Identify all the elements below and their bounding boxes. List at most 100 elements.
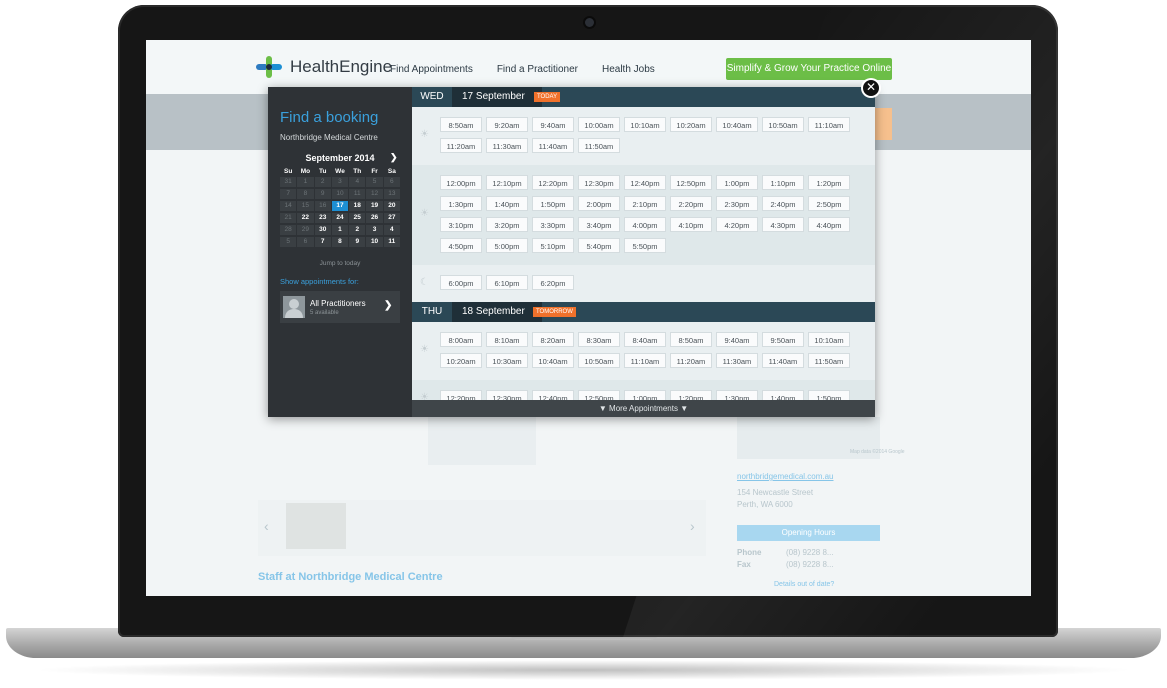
time-slot-button[interactable]: 4:40pm <box>808 217 850 232</box>
time-slot-button[interactable]: 2:40pm <box>762 196 804 211</box>
time-slot-button[interactable]: 10:30am <box>486 353 528 368</box>
time-slot-button[interactable]: 10:50am <box>578 353 620 368</box>
calendar-day[interactable]: 26 <box>366 213 383 223</box>
carousel-next-icon[interactable]: › <box>690 518 695 534</box>
time-slot-button[interactable]: 10:20am <box>670 117 712 132</box>
time-slot-button[interactable]: 9:50am <box>762 332 804 347</box>
time-slot-button[interactable]: 11:30am <box>716 353 758 368</box>
calendar-day[interactable]: 30 <box>314 225 331 235</box>
jump-to-today-link[interactable]: Jump to today <box>280 260 400 267</box>
simplify-grow-button[interactable]: Simplify & Grow Your Practice Online <box>726 58 892 80</box>
time-slot-button[interactable]: 8:40am <box>624 332 666 347</box>
time-slot-button[interactable]: 4:00pm <box>624 217 666 232</box>
time-slot-button[interactable]: 2:50pm <box>808 196 850 211</box>
time-slot-button[interactable]: 1:00pm <box>716 175 758 190</box>
calendar-day[interactable]: 8 <box>331 237 349 247</box>
calendar-day[interactable]: 1 <box>331 225 349 235</box>
time-slot-button[interactable]: 10:10am <box>808 332 850 347</box>
nav-find-appointments[interactable]: Find Appointments <box>390 64 473 75</box>
calendar-day[interactable]: 3 <box>366 225 383 235</box>
opening-hours-button[interactable]: Opening Hours <box>737 525 880 541</box>
website-link[interactable]: northbridgemedical.com.au <box>737 472 834 481</box>
time-slot-button[interactable]: 12:50pm <box>670 175 712 190</box>
calendar-day[interactable]: 25 <box>349 213 366 223</box>
time-slot-button[interactable]: 9:40am <box>532 117 574 132</box>
time-slot-button[interactable]: 11:20am <box>440 138 482 153</box>
time-slot-button[interactable]: 5:00pm <box>486 238 528 253</box>
time-slot-button[interactable]: 8:00am <box>440 332 482 347</box>
time-slot-button[interactable]: 5:40pm <box>578 238 620 253</box>
time-slot-button[interactable]: 5:50pm <box>624 238 666 253</box>
time-slot-button[interactable]: 11:20am <box>670 353 712 368</box>
time-slot-button[interactable]: 2:30pm <box>716 196 758 211</box>
appointment-slots-panel[interactable]: THU 18 September TOMORROW WED 17 September TO… <box>412 87 875 417</box>
time-slot-button[interactable]: 3:40pm <box>578 217 620 232</box>
nav-health-jobs[interactable]: Health Jobs <box>602 64 655 75</box>
logo[interactable]: HealthEngine <box>256 56 392 78</box>
calendar-day[interactable]: 10 <box>366 237 383 247</box>
time-slot-button[interactable]: 12:20pm <box>532 175 574 190</box>
time-slot-button[interactable]: 1:30pm <box>440 196 482 211</box>
time-slot-button[interactable]: 12:10pm <box>486 175 528 190</box>
time-slot-button[interactable]: 10:50am <box>762 117 804 132</box>
time-slot-button[interactable]: 4:10pm <box>670 217 712 232</box>
time-slot-button[interactable]: 6:20pm <box>532 275 574 290</box>
time-slot-button[interactable]: 10:00am <box>578 117 620 132</box>
more-appointments-button[interactable]: ▼ More Appointments ▼ <box>412 400 875 417</box>
close-icon[interactable]: ✕ <box>863 80 879 96</box>
time-slot-button[interactable]: 8:10am <box>486 332 528 347</box>
time-slot-button[interactable]: 10:20am <box>440 353 482 368</box>
time-slot-button[interactable]: 4:30pm <box>762 217 804 232</box>
calendar-day[interactable]: 2 <box>349 225 366 235</box>
time-slot-button[interactable]: 11:10am <box>808 117 850 132</box>
time-slot-button[interactable]: 2:00pm <box>578 196 620 211</box>
calendar-day[interactable]: 22 <box>297 213 314 223</box>
time-slot-button[interactable]: 10:40am <box>716 117 758 132</box>
time-slot-button[interactable]: 9:40am <box>716 332 758 347</box>
time-slot-button[interactable]: 11:50am <box>808 353 850 368</box>
time-slot-button[interactable]: 2:10pm <box>624 196 666 211</box>
time-slot-button[interactable]: 10:10am <box>624 117 666 132</box>
chevron-right-icon[interactable]: ❯ <box>390 152 398 163</box>
time-slot-button[interactable]: 6:10pm <box>486 275 528 290</box>
time-slot-button[interactable]: 6:00pm <box>440 275 482 290</box>
calendar-day-selected[interactable]: 17 <box>331 201 349 211</box>
time-slot-button[interactable]: 8:30am <box>578 332 620 347</box>
time-slot-button[interactable]: 11:50am <box>578 138 620 153</box>
calendar-day[interactable]: 11 <box>383 237 400 247</box>
time-slot-button[interactable]: 3:30pm <box>532 217 574 232</box>
carousel-prev-icon[interactable]: ‹ <box>264 518 269 534</box>
time-slot-button[interactable]: 9:20am <box>486 117 528 132</box>
time-slot-button[interactable]: 5:10pm <box>532 238 574 253</box>
time-slot-button[interactable]: 4:20pm <box>716 217 758 232</box>
time-slot-button[interactable]: 11:40am <box>532 138 574 153</box>
details-out-of-date-link[interactable]: Details out of date? <box>774 581 834 588</box>
time-slot-button[interactable]: 12:30pm <box>578 175 620 190</box>
time-slot-button[interactable]: 11:10am <box>624 353 666 368</box>
time-slot-button[interactable]: 1:20pm <box>808 175 850 190</box>
time-slot-button[interactable]: 12:00pm <box>440 175 482 190</box>
calendar-day[interactable]: 4 <box>383 225 400 235</box>
calendar-day[interactable]: 18 <box>349 201 366 211</box>
calendar-day[interactable]: 24 <box>331 213 349 223</box>
time-slot-button[interactable]: 1:50pm <box>532 196 574 211</box>
time-slot-button[interactable]: 8:50am <box>670 332 712 347</box>
calendar-day[interactable]: 20 <box>383 201 400 211</box>
calendar-day[interactable]: 27 <box>383 213 400 223</box>
time-slot-button[interactable]: 12:40pm <box>624 175 666 190</box>
time-slot-button[interactable]: 11:40am <box>762 353 804 368</box>
time-slot-button[interactable]: 3:20pm <box>486 217 528 232</box>
time-slot-button[interactable]: 10:40am <box>532 353 574 368</box>
time-slot-button[interactable]: 1:10pm <box>762 175 804 190</box>
time-slot-button[interactable]: 11:30am <box>486 138 528 153</box>
practitioner-selector[interactable]: All Practitioners 5 available ❯ <box>280 291 400 323</box>
time-slot-button[interactable]: 1:40pm <box>486 196 528 211</box>
time-slot-button[interactable]: 3:10pm <box>440 217 482 232</box>
time-slot-button[interactable]: 2:20pm <box>670 196 712 211</box>
calendar-day[interactable]: 7 <box>314 237 331 247</box>
nav-find-practitioner[interactable]: Find a Practitioner <box>497 64 578 75</box>
calendar-day[interactable]: 23 <box>314 213 331 223</box>
time-slot-button[interactable]: 8:20am <box>532 332 574 347</box>
time-slot-button[interactable]: 8:50am <box>440 117 482 132</box>
time-slot-button[interactable]: 4:50pm <box>440 238 482 253</box>
